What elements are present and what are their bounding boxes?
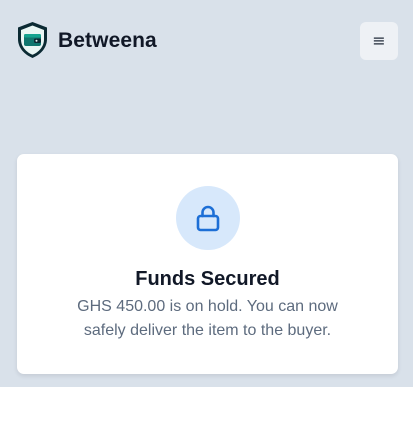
- funds-secured-card: Funds Secured GHS 450.00 is on hold. You…: [17, 154, 398, 374]
- header: Betweena ≡: [0, 0, 413, 82]
- status-message-line-2: safely deliver the item to the buyer.: [83, 322, 332, 339]
- lock-icon-badge: [176, 186, 240, 250]
- lock-icon: [196, 205, 220, 232]
- menu-button[interactable]: ≡: [360, 22, 398, 60]
- brand-name: Betweena: [58, 29, 157, 52]
- wallet-shield-icon[interactable]: [16, 21, 49, 59]
- status-message: GHS 450.00 is on hold. You can now safel…: [17, 295, 398, 343]
- hamburger-menu-icon: ≡: [372, 31, 386, 50]
- status-title: Funds Secured: [135, 268, 280, 290]
- app-background: Betweena ≡ Funds Secured GHS 450.00 is o…: [0, 0, 413, 387]
- status-message-line-1: GHS 450.00 is on hold. You can now: [77, 298, 338, 315]
